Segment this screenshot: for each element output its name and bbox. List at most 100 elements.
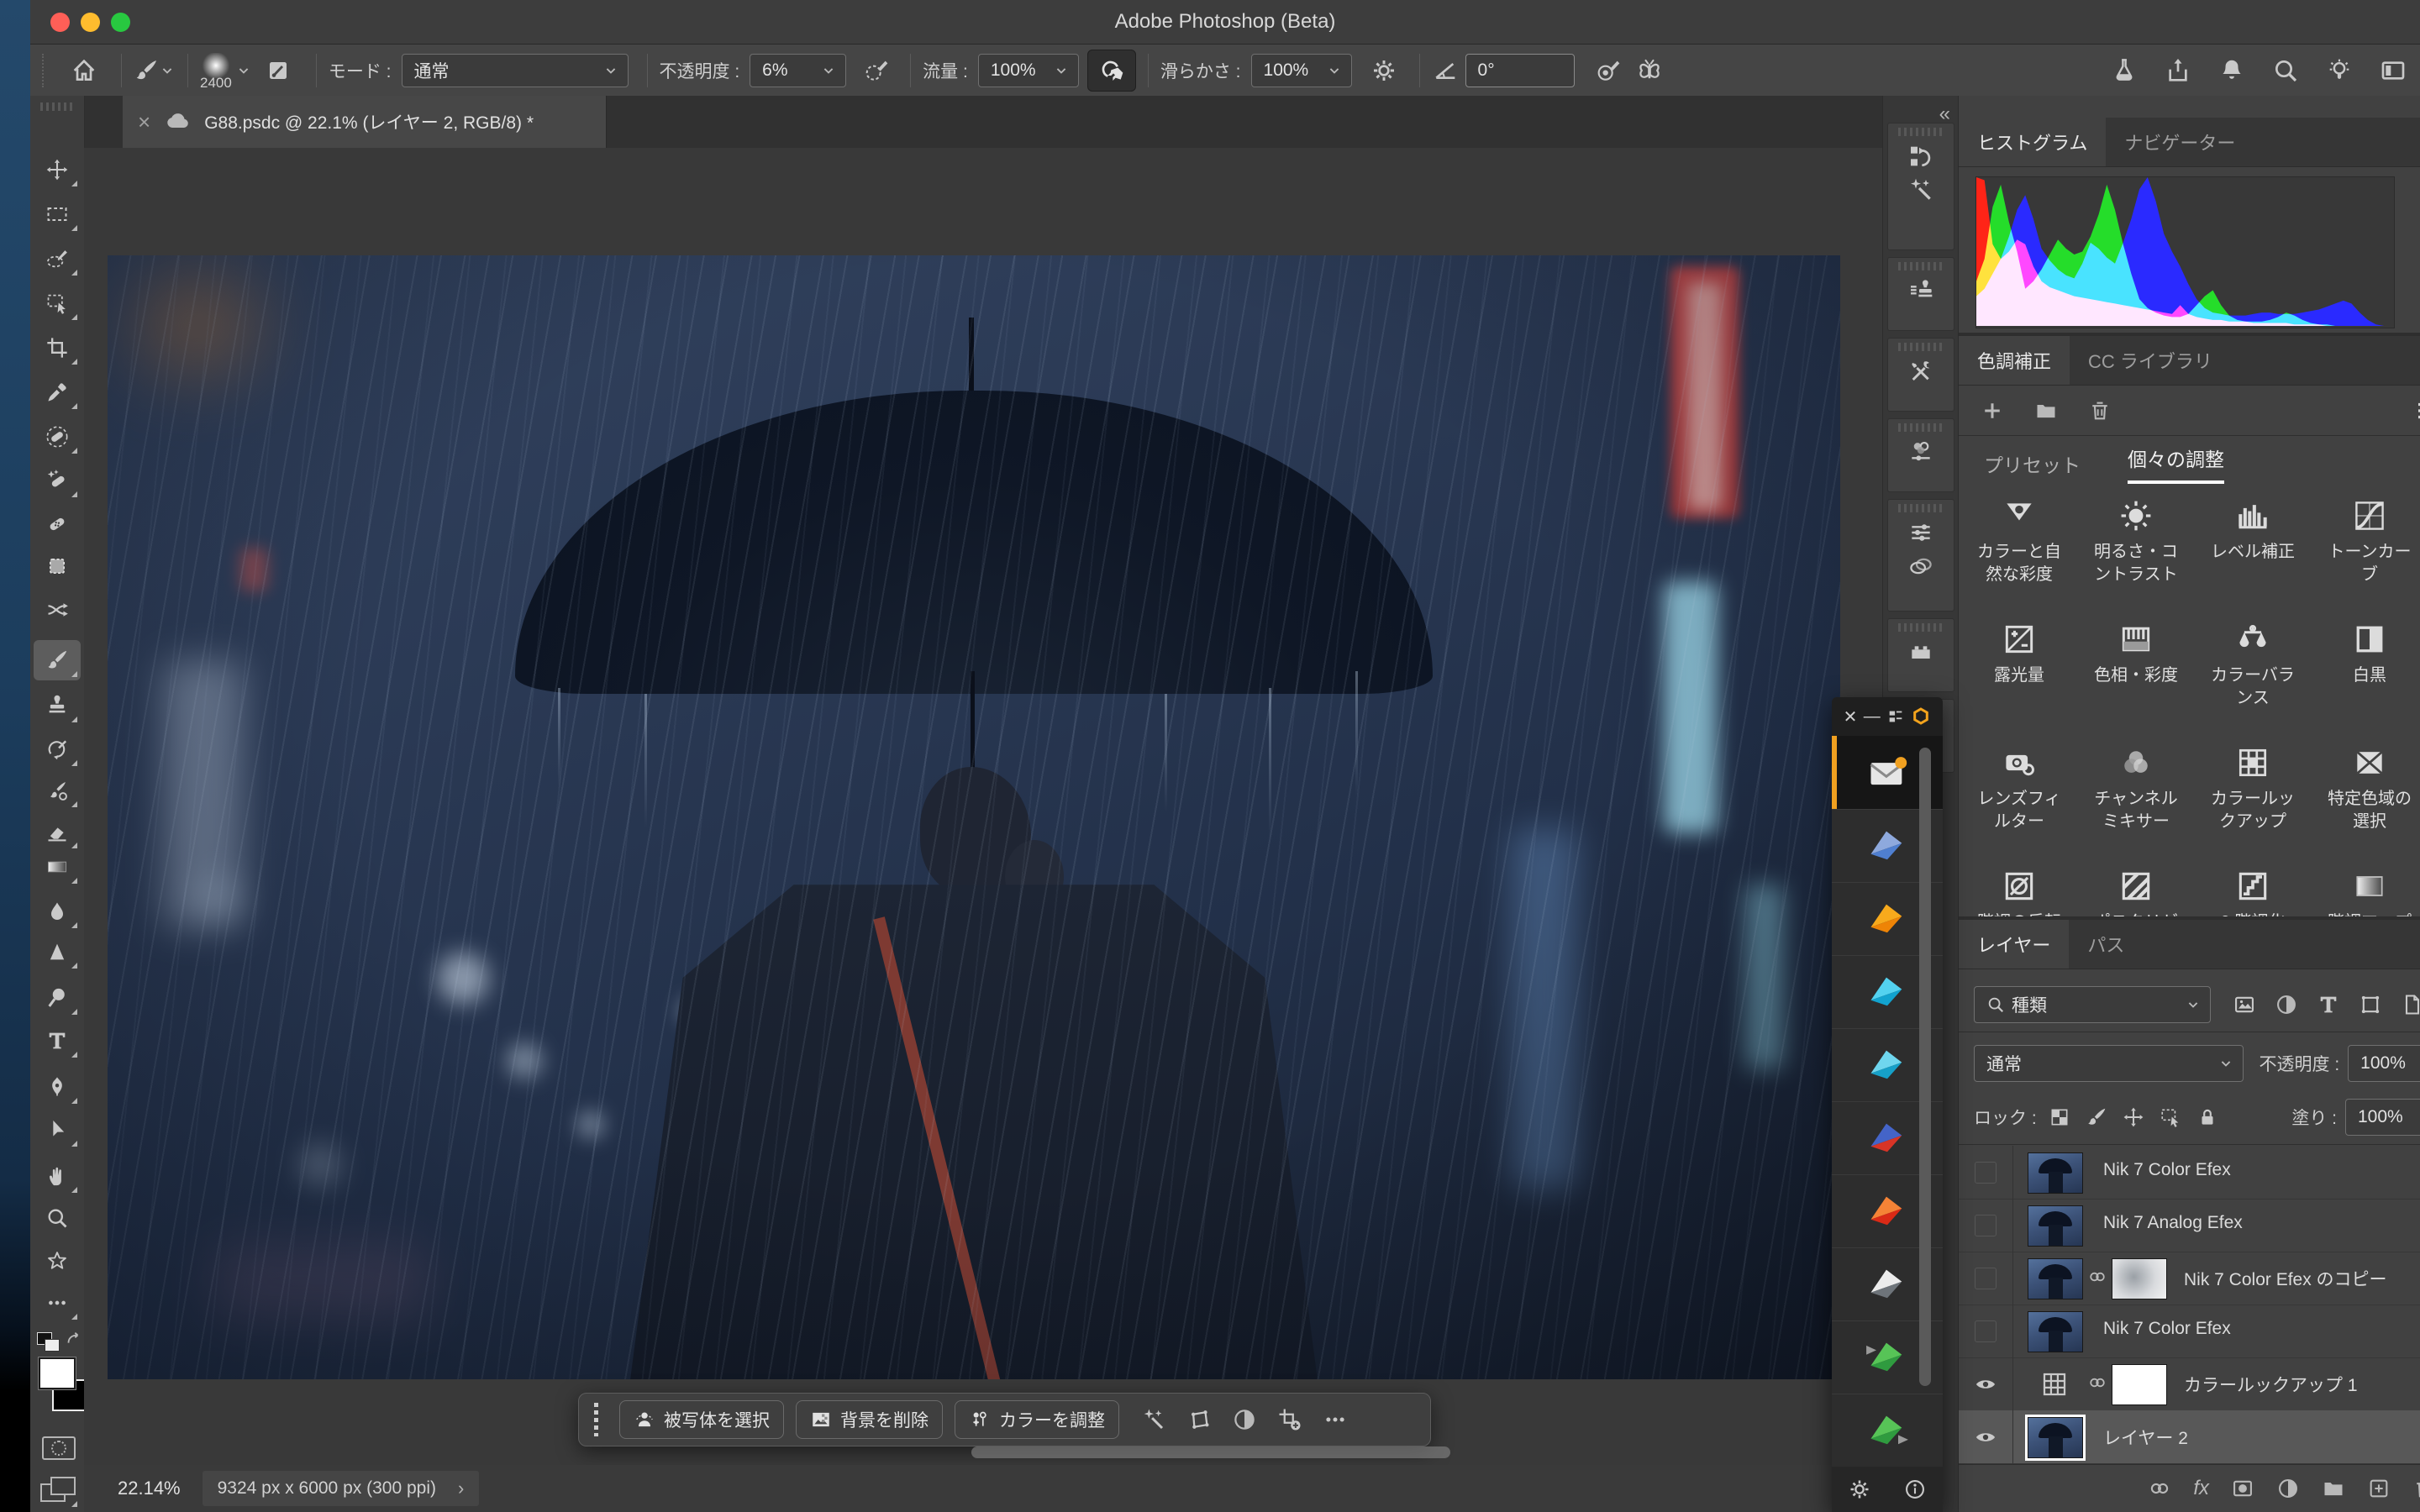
remove-background-button[interactable]: 背景を削除 bbox=[796, 1400, 943, 1439]
filter-smart-objects-icon[interactable] bbox=[2401, 993, 2420, 1016]
layer-style-fx-icon[interactable]: fx bbox=[2193, 1477, 2209, 1500]
plugins-panel-icon[interactable] bbox=[1907, 638, 1934, 665]
tool-hand[interactable] bbox=[34, 1156, 81, 1196]
history-panel-icon[interactable] bbox=[1907, 143, 1934, 170]
tool-brush[interactable] bbox=[34, 640, 81, 680]
close-window-button[interactable] bbox=[50, 13, 70, 32]
color-lookup-layer-icon[interactable] bbox=[2039, 1369, 2070, 1399]
more-options-icon[interactable] bbox=[1323, 1407, 1348, 1432]
chevron-down-icon[interactable] bbox=[235, 62, 252, 79]
brush-angle-input[interactable]: 0° bbox=[1465, 54, 1575, 87]
generative-wand-icon[interactable] bbox=[1141, 1407, 1166, 1432]
panel-grip[interactable] bbox=[1898, 262, 1944, 270]
clone-source-panel-icon[interactable] bbox=[1907, 277, 1934, 304]
new-layer-icon[interactable] bbox=[2367, 1477, 2391, 1500]
layer-name[interactable]: Nik 7 Color Efex のコピー bbox=[2184, 1266, 2387, 1291]
adjustment-color-lookup[interactable]: カラールッ クアップ bbox=[2207, 744, 2298, 833]
quick-mask-mode-button[interactable] bbox=[42, 1436, 76, 1460]
layer-thumbnail[interactable] bbox=[2028, 1152, 2083, 1194]
adjustment-exposure[interactable]: 露光量 bbox=[1974, 621, 2065, 687]
lock-position-icon[interactable] bbox=[2123, 1106, 2144, 1128]
link-layers-icon[interactable] bbox=[2148, 1477, 2171, 1500]
panel-grip[interactable] bbox=[1898, 343, 1944, 351]
lock-pixels-icon[interactable] bbox=[2086, 1106, 2107, 1128]
zoom-window-button[interactable] bbox=[111, 13, 130, 32]
add-adjustment-icon[interactable] bbox=[1981, 399, 2004, 423]
new-group-icon[interactable] bbox=[2322, 1477, 2345, 1500]
subtab-individual-adjustments[interactable]: 個々の調整 bbox=[2128, 444, 2224, 484]
tool-clone-stamp[interactable] bbox=[34, 685, 81, 726]
panel-grip[interactable] bbox=[1898, 128, 1944, 136]
beta-flask-icon[interactable] bbox=[2111, 57, 2138, 84]
adjustment-selective-color[interactable]: 特定色域の 選択 bbox=[2324, 744, 2415, 833]
mask-link-icon[interactable] bbox=[2087, 1267, 2107, 1287]
lock-transparency-icon[interactable] bbox=[2049, 1106, 2070, 1128]
brush-tip-picker[interactable]: 2400 bbox=[200, 53, 232, 88]
adjustment-presets-panel-icon[interactable] bbox=[1907, 438, 1934, 465]
opacity-pressure-icon[interactable] bbox=[863, 57, 890, 84]
notifications-bell-icon[interactable] bbox=[2218, 57, 2245, 84]
tab-adjustments[interactable]: 色調補正 bbox=[1959, 336, 2070, 385]
adjustment-curves[interactable]: トーンカー ブ bbox=[2324, 497, 2415, 586]
layer-name[interactable]: Nik 7 Color Efex bbox=[2103, 1319, 2231, 1339]
smoothing-options-gear-icon[interactable] bbox=[1370, 57, 1397, 84]
adjustment-color-vibrance[interactable]: カラーと自 然な彩度 bbox=[1974, 497, 2065, 586]
panel-grip[interactable] bbox=[1898, 623, 1944, 632]
adjustments-list-view-icon[interactable] bbox=[2414, 398, 2420, 423]
panel-grip[interactable] bbox=[1898, 423, 1944, 432]
tool-blur[interactable] bbox=[34, 891, 81, 932]
layer-row[interactable]: レイヤー 2 bbox=[1959, 1410, 2420, 1464]
taskbar-drag-handle[interactable] bbox=[594, 1403, 606, 1436]
tool-mixer-brush[interactable] bbox=[34, 770, 81, 811]
layer-fill-select[interactable]: 100% bbox=[2345, 1099, 2420, 1136]
layer-thumbnail[interactable] bbox=[2028, 1258, 2083, 1299]
transform-icon[interactable] bbox=[1186, 1407, 1212, 1432]
tool-healing-brush[interactable] bbox=[34, 504, 81, 544]
tool-remove[interactable] bbox=[34, 417, 81, 457]
adjustment-color-balance[interactable]: カラーバラ ンス bbox=[2207, 621, 2298, 710]
document-tab[interactable]: × G88.psdc @ 22.1% (レイヤー 2, RGB/8) * bbox=[123, 96, 607, 148]
edit-toolbar-button[interactable] bbox=[34, 1283, 81, 1323]
filter-adjustment-layers-icon[interactable] bbox=[2275, 993, 2298, 1016]
tool-eyedropper[interactable] bbox=[34, 372, 81, 412]
visibility-toggle[interactable] bbox=[1959, 1146, 2013, 1199]
smoothing-select[interactable]: 100% bbox=[1251, 54, 1352, 87]
lock-artboard-icon[interactable] bbox=[2160, 1106, 2181, 1128]
tool-sharpen[interactable] bbox=[34, 932, 81, 972]
nik-minimize-icon[interactable]: — bbox=[1864, 707, 1881, 727]
tool-zoom[interactable] bbox=[34, 1198, 81, 1238]
tool-spot-healing-brush[interactable] bbox=[34, 460, 81, 501]
visibility-toggle[interactable] bbox=[1959, 1305, 2013, 1357]
layer-row[interactable]: カラールックアップ 1 bbox=[1959, 1357, 2420, 1411]
tool-patch[interactable] bbox=[34, 546, 81, 586]
layer-name[interactable]: Nik 7 Analog Efex bbox=[2103, 1213, 2243, 1233]
visibility-toggle[interactable] bbox=[1959, 1410, 2013, 1463]
search-icon[interactable] bbox=[2272, 57, 2299, 84]
properties-panel-icon[interactable] bbox=[1907, 519, 1934, 546]
toggle-brush-panel-icon[interactable] bbox=[266, 58, 291, 83]
tool-history-brush[interactable] bbox=[34, 729, 81, 769]
layer-row[interactable]: Nik 7 Color Efex bbox=[1959, 1305, 2420, 1358]
new-adjustment-layer-icon[interactable] bbox=[2276, 1477, 2300, 1500]
layer-row[interactable]: Nik 7 Analog Efex bbox=[1959, 1199, 2420, 1252]
tool-move[interactable] bbox=[34, 150, 81, 190]
layer-opacity-select[interactable]: 100% bbox=[2348, 1045, 2420, 1082]
nik-help-icon[interactable] bbox=[1903, 1478, 1927, 1501]
adjustment-channel-mixer[interactable]: チャンネル ミキサー bbox=[2091, 744, 2181, 833]
default-colors-icon[interactable] bbox=[37, 1332, 59, 1351]
tool-dodge[interactable] bbox=[34, 978, 81, 1018]
mask-link-icon[interactable] bbox=[2087, 1373, 2107, 1393]
airbrush-toggle[interactable] bbox=[1087, 50, 1136, 92]
layer-thumbnail[interactable] bbox=[2028, 1205, 2083, 1247]
symmetry-butterfly-icon[interactable] bbox=[1635, 56, 1664, 85]
delete-trash-icon[interactable] bbox=[2088, 399, 2112, 423]
generative-wand-panel-icon[interactable] bbox=[1907, 176, 1934, 203]
tool-rectangular-marquee[interactable] bbox=[34, 194, 81, 234]
nik-close-icon[interactable]: ✕ bbox=[1844, 706, 1858, 727]
layer-thumbnail[interactable] bbox=[2028, 1311, 2083, 1352]
lock-all-icon[interactable] bbox=[2196, 1106, 2218, 1128]
minimize-window-button[interactable] bbox=[81, 13, 100, 32]
filter-shape-layers-icon[interactable] bbox=[2359, 993, 2382, 1016]
adjustment-levels[interactable]: レベル補正 bbox=[2207, 497, 2298, 564]
tool-object-selection[interactable] bbox=[34, 283, 81, 323]
